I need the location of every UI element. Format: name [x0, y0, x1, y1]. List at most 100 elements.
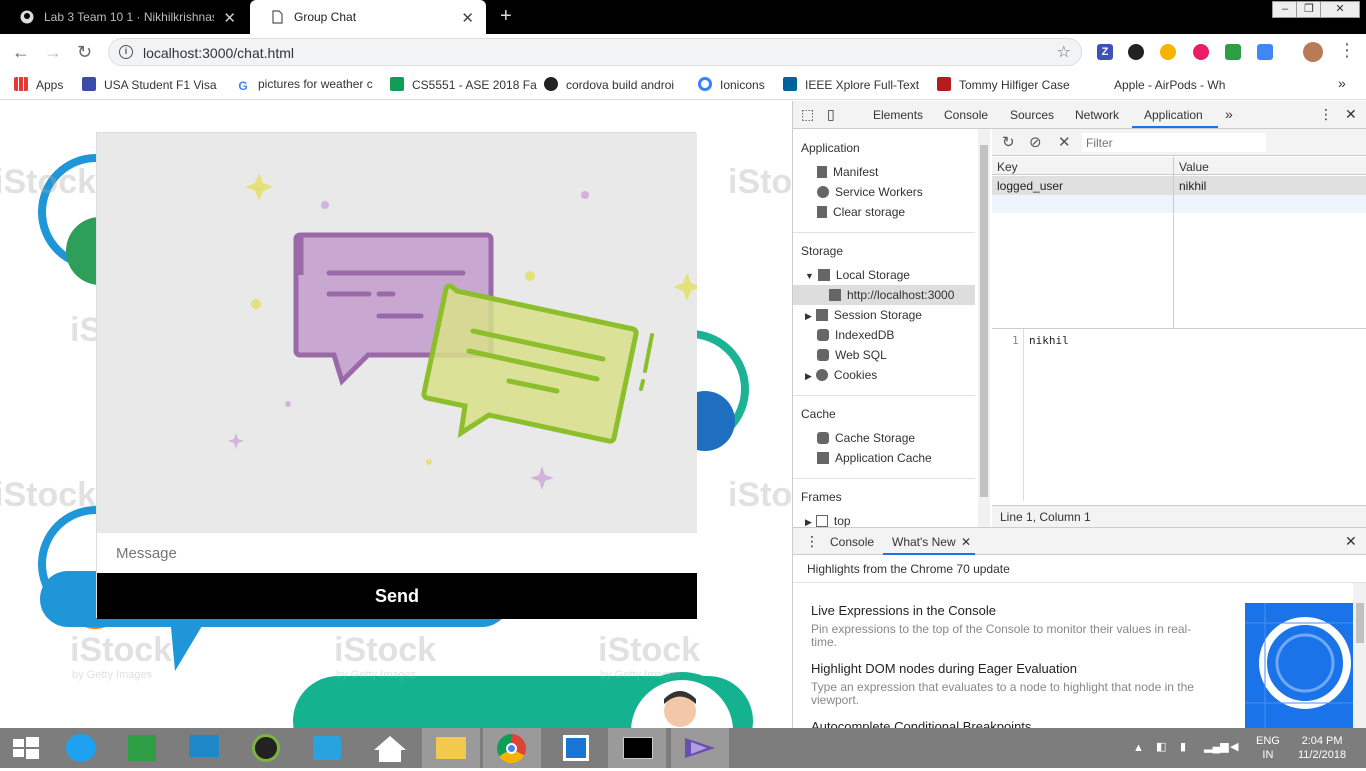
bookmarks-overflow-icon[interactable]: » [1338, 75, 1346, 91]
maximize-button[interactable]: ❐ [1296, 1, 1322, 18]
sidebar-item-clear-storage[interactable]: Clear storage [817, 205, 905, 219]
download-extension-icon[interactable] [1225, 44, 1241, 60]
circle-extension-icon[interactable] [1160, 44, 1176, 60]
inspect-icon[interactable]: ⬚ [801, 106, 814, 123]
pink-extension-icon[interactable] [1193, 44, 1209, 60]
address-url[interactable]: localhost:3000/chat.html [143, 45, 294, 61]
sidebar-item-manifest[interactable]: Manifest [817, 165, 878, 179]
zotero-extension-icon[interactable]: Z [1097, 44, 1113, 60]
sidebar-item-top-frame[interactable]: ▶ top [805, 514, 851, 527]
bookmark-weather[interactable]: Gpictures for weather c [236, 77, 373, 93]
address-bar[interactable]: i localhost:3000/chat.html ☆ [108, 38, 1082, 66]
more-tabs-icon[interactable]: » [1225, 106, 1233, 122]
bookmark-star-icon[interactable]: ☆ [1057, 42, 1071, 62]
sidebar-item-local-storage[interactable]: ▼ Local Storage [805, 268, 910, 282]
sidebar-item-service-workers[interactable]: Service Workers [817, 185, 923, 199]
network-icon[interactable]: ◧ [1156, 740, 1166, 754]
wifi-signal-icon[interactable]: ▂▄▆ [1204, 740, 1229, 754]
tab-console[interactable]: Console [944, 108, 988, 122]
taskbar-chrome[interactable] [483, 728, 541, 768]
new-tab-button[interactable]: + [500, 5, 512, 28]
close-drawer-icon[interactable]: ✕ [1345, 533, 1357, 550]
bookmark-visa[interactable]: USA Student F1 Visa [82, 77, 217, 92]
taskbar-home[interactable] [360, 728, 418, 768]
site-info-icon[interactable]: i [119, 45, 133, 59]
tab-sources[interactable]: Sources [1010, 108, 1054, 122]
close-tab-icon[interactable]: ✕ [223, 9, 236, 27]
refresh-icon[interactable]: ↻ [1002, 133, 1015, 151]
drawer-menu-icon[interactable]: ⋮ [805, 533, 819, 550]
taskbar-app-box[interactable] [548, 728, 606, 768]
whats-new-item-title[interactable]: Highlight DOM nodes during Eager Evaluat… [811, 661, 1077, 676]
bookmark-apps[interactable]: Apps [14, 77, 63, 92]
preview-text[interactable]: nikhil [1029, 334, 1069, 347]
back-icon[interactable]: ← [12, 42, 30, 63]
message-input[interactable] [97, 533, 697, 573]
drawer-scrollbar[interactable] [1353, 583, 1366, 728]
volume-muted-icon[interactable]: ◀ [1230, 740, 1238, 754]
browser-tab-lab3[interactable]: Lab 3 Team 10 1 · Nikhilkrishnas/ ✕ [0, 0, 248, 34]
sidebar-item-session-storage[interactable]: ▶ Session Storage [805, 308, 922, 322]
tab-elements[interactable]: Elements [873, 108, 923, 122]
forward-icon[interactable]: → [44, 42, 62, 63]
avatar[interactable] [1303, 42, 1323, 62]
taskbar-ie[interactable] [54, 728, 112, 768]
scrollbar-thumb[interactable] [1356, 603, 1364, 643]
bookmark-cs5551[interactable]: CS5551 - ASE 2018 Fa [390, 77, 537, 92]
close-tab-icon[interactable]: ✕ [461, 9, 474, 27]
close-whats-new-icon[interactable]: ✕ [961, 535, 971, 549]
scrollbar-thumb[interactable] [980, 145, 988, 497]
language-indicator[interactable]: ENG IN [1256, 734, 1280, 762]
collapsed-triangle-icon[interactable]: ▶ [805, 311, 812, 321]
clock[interactable]: 2:04 PM 11/2/2018 [1298, 734, 1346, 762]
sidebar-item-cache-storage[interactable]: Cache Storage [817, 431, 915, 445]
clear-all-icon[interactable]: ⊘ [1029, 133, 1042, 151]
bookmark-cordova[interactable]: cordova build androi [544, 77, 674, 92]
send-button[interactable]: Send [97, 573, 697, 619]
reload-icon[interactable]: ↻ [77, 42, 92, 63]
sidebar-scrollbar[interactable] [978, 129, 990, 527]
devtools-menu-icon[interactable]: ⋮ [1319, 106, 1333, 123]
expanded-triangle-icon[interactable]: ▼ [805, 271, 814, 281]
taskbar-cmd[interactable] [608, 728, 666, 768]
drawer-tab-whats-new[interactable]: What's New [892, 535, 956, 549]
whats-new-item-title[interactable]: Autocomplete Conditional Breakpoints [811, 719, 1031, 728]
bookmark-ieee[interactable]: IEEE Xplore Full-Text [783, 77, 919, 92]
collapsed-triangle-icon[interactable]: ▶ [805, 517, 812, 527]
sidebar-item-localhost[interactable]: http://localhost:3000 [829, 288, 954, 302]
lamborghini-extension-icon[interactable] [1128, 44, 1144, 60]
start-button[interactable] [0, 728, 58, 768]
bookmark-airpods[interactable]: Apple - AirPods - Wh [1092, 77, 1225, 92]
table-row-empty[interactable] [992, 195, 1366, 213]
sidebar-item-web-sql[interactable]: Web SQL [817, 348, 887, 362]
google-extension-icon[interactable] [1257, 44, 1273, 60]
taskbar-store[interactable] [113, 728, 171, 768]
sidebar-item-application-cache[interactable]: Application Cache [817, 451, 932, 465]
close-window-button[interactable]: ✕ [1320, 1, 1360, 18]
column-header-value[interactable]: Value [1174, 157, 1366, 175]
bookmark-tommy[interactable]: Tommy Hilfiger Case [937, 77, 1070, 92]
drawer-tab-console[interactable]: Console [830, 535, 874, 549]
menu-kebab-icon[interactable]: ⋮ [1338, 40, 1356, 61]
tab-network[interactable]: Network [1075, 108, 1119, 122]
show-hidden-icons[interactable]: ▲ [1133, 741, 1144, 755]
whats-new-item-title[interactable]: Live Expressions in the Console [811, 603, 996, 618]
close-devtools-icon[interactable]: ✕ [1345, 106, 1357, 123]
taskbar-explorer[interactable] [422, 728, 480, 768]
browser-tab-group-chat[interactable]: Group Chat ✕ [250, 0, 486, 34]
minimize-button[interactable]: – [1272, 1, 1298, 18]
tab-application[interactable]: Application [1144, 108, 1203, 122]
device-toolbar-icon[interactable]: ▯ [827, 106, 835, 123]
sidebar-item-indexeddb[interactable]: IndexedDB [817, 328, 894, 342]
taskbar-lenovo[interactable] [175, 728, 233, 768]
column-header-key[interactable]: Key [992, 157, 1173, 175]
collapsed-triangle-icon[interactable]: ▶ [805, 371, 812, 381]
table-cell-value[interactable]: nikhil [1174, 177, 1211, 195]
bookmark-ionicons[interactable]: Ionicons [698, 77, 765, 92]
filter-input[interactable] [1082, 133, 1266, 152]
sidebar-item-cookies[interactable]: ▶ Cookies [805, 368, 877, 382]
delete-selected-icon[interactable]: ✕ [1058, 133, 1071, 151]
taskbar-app[interactable] [237, 728, 295, 768]
taskbar-visual-studio[interactable] [671, 728, 729, 768]
table-cell-key[interactable]: logged_user [992, 177, 1068, 195]
